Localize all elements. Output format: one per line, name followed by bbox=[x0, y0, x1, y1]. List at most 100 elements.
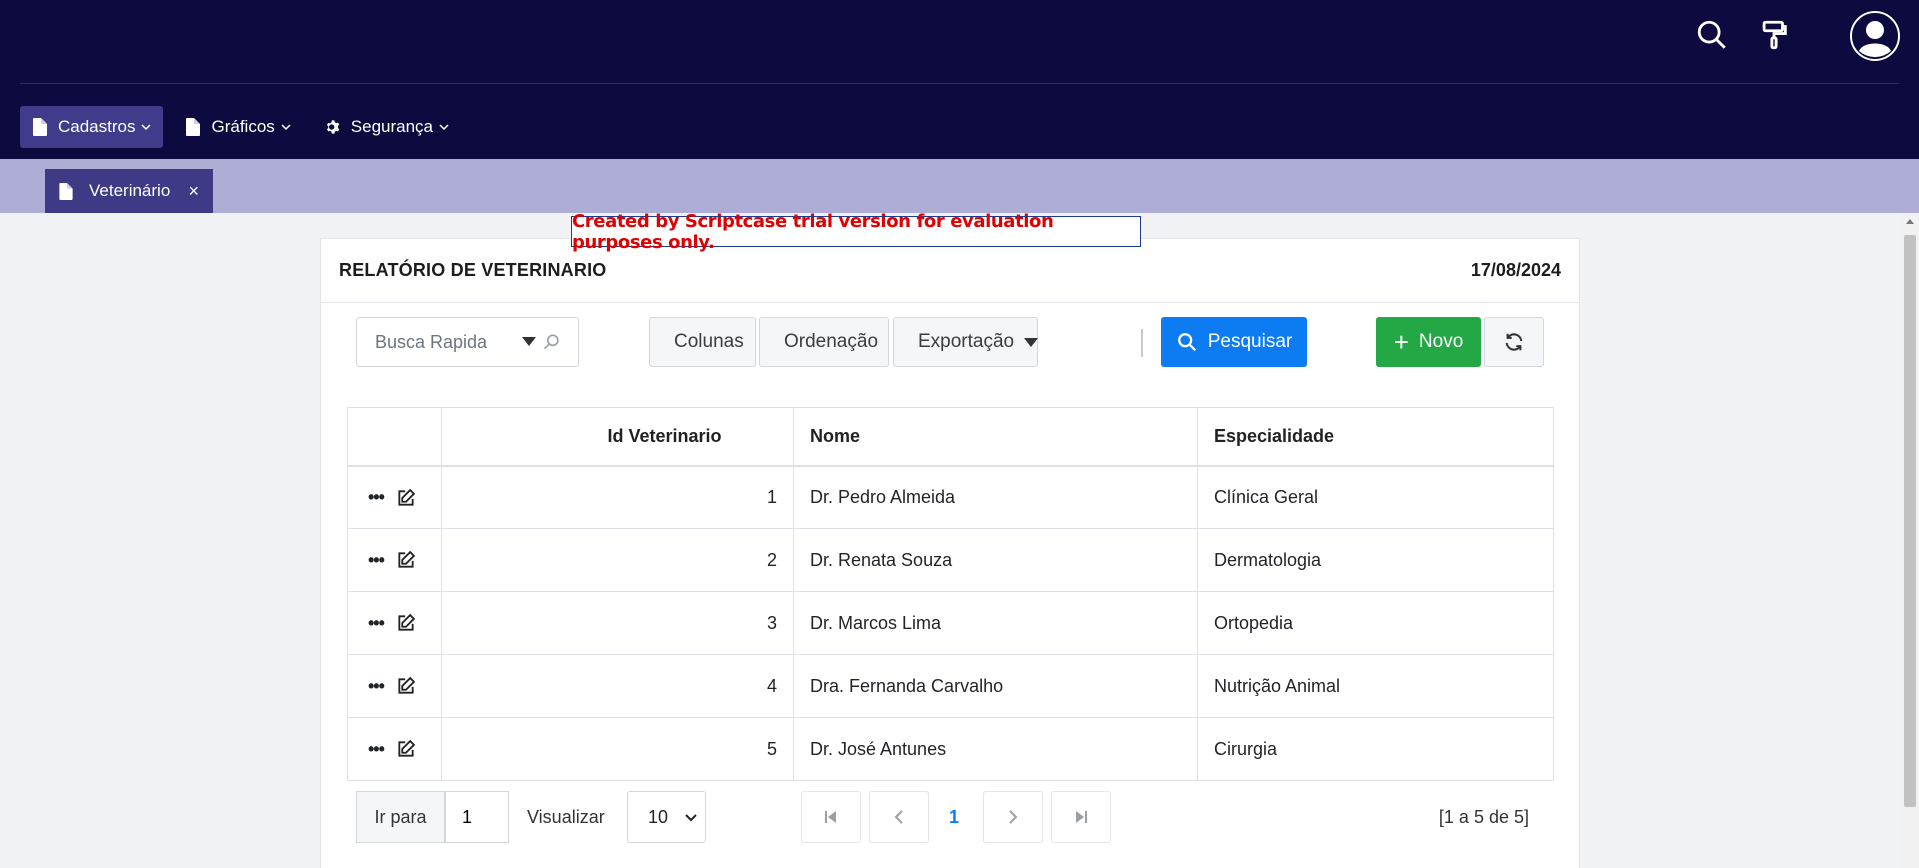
data-table: Id Veterinario Nome Especialidade ••• 1 … bbox=[347, 407, 1554, 781]
refresh-icon bbox=[1505, 333, 1523, 351]
column-header-especialidade[interactable]: Especialidade bbox=[1197, 407, 1554, 467]
paint-roller-icon[interactable] bbox=[1757, 18, 1791, 52]
menu-item-cadastros[interactable]: Cadastros bbox=[20, 106, 164, 148]
table-row: ••• 4 Dra. Fernanda Carvalho Nutrição An… bbox=[347, 654, 1554, 718]
last-page-icon bbox=[1076, 811, 1087, 823]
new-button[interactable]: + Novo bbox=[1376, 317, 1481, 367]
table-row: ••• 1 Dr. Pedro Almeida Clínica Geral bbox=[347, 465, 1554, 529]
more-options-icon[interactable]: ••• bbox=[368, 550, 385, 571]
vertical-scrollbar[interactable] bbox=[1901, 213, 1919, 868]
new-label: Novo bbox=[1418, 331, 1464, 352]
row-actions: ••• bbox=[347, 465, 442, 529]
previous-page-button[interactable] bbox=[869, 791, 929, 843]
cell-nome: Dr. Marcos Lima bbox=[793, 591, 1198, 655]
column-header-id[interactable]: Id Veterinario bbox=[441, 407, 794, 467]
more-options-icon[interactable]: ••• bbox=[368, 613, 385, 634]
toolbar-separator bbox=[1141, 329, 1143, 357]
close-icon[interactable]: × bbox=[188, 181, 199, 202]
first-page-button[interactable] bbox=[801, 791, 861, 843]
chevron-down-icon bbox=[439, 124, 449, 131]
edit-icon[interactable] bbox=[396, 488, 416, 508]
chevron-down-icon bbox=[685, 814, 697, 822]
cell-id: 5 bbox=[441, 717, 794, 781]
pagination-footer: Ir para Visualizar 10 1 [1 a 5 de 5] bbox=[321, 791, 1579, 851]
chevron-right-icon bbox=[1009, 810, 1018, 824]
quick-search-placeholder: Busca Rapida bbox=[375, 331, 488, 352]
tab-label: Veterinário bbox=[89, 181, 171, 200]
menu-item-label: Gráficos bbox=[211, 117, 275, 136]
cell-id: 4 bbox=[441, 654, 794, 718]
view-label: Visualizar bbox=[527, 806, 605, 827]
export-button[interactable]: Exportação bbox=[893, 317, 1039, 367]
row-actions: ••• bbox=[347, 591, 442, 655]
search-button[interactable]: Pesquisar bbox=[1161, 317, 1307, 367]
column-header-nome[interactable]: Nome bbox=[793, 407, 1198, 467]
row-actions: ••• bbox=[347, 717, 442, 781]
row-actions: ••• bbox=[347, 654, 442, 718]
quick-search-input[interactable]: Busca Rapida bbox=[356, 317, 579, 367]
top-header: Cadastros Gráficos Segurança bbox=[0, 0, 1919, 159]
columns-label: Colunas bbox=[674, 331, 744, 352]
plus-icon: + bbox=[1393, 327, 1409, 357]
user-avatar-icon[interactable] bbox=[1849, 10, 1901, 62]
table-header-row: Id Veterinario Nome Especialidade bbox=[347, 407, 1554, 467]
page-size-value: 10 bbox=[648, 806, 669, 827]
chevron-down-icon bbox=[281, 124, 291, 131]
search-icon[interactable] bbox=[542, 332, 562, 352]
table-row: ••• 3 Dr. Marcos Lima Ortopedia bbox=[347, 591, 1554, 655]
more-options-icon[interactable]: ••• bbox=[368, 676, 385, 697]
refresh-button[interactable] bbox=[1484, 317, 1544, 367]
caret-down-icon bbox=[1024, 337, 1039, 347]
search-label: Pesquisar bbox=[1207, 331, 1293, 352]
columns-button[interactable]: Colunas bbox=[649, 317, 756, 367]
cell-nome: Dr. Renata Souza bbox=[793, 528, 1198, 592]
more-options-icon[interactable]: ••• bbox=[368, 487, 385, 508]
cell-especialidade: Nutrição Animal bbox=[1197, 654, 1554, 718]
goto-page-input[interactable] bbox=[445, 791, 509, 843]
sort-label: Ordenação bbox=[784, 331, 879, 352]
edit-icon[interactable] bbox=[396, 550, 416, 570]
next-page-button[interactable] bbox=[983, 791, 1043, 843]
last-page-button[interactable] bbox=[1051, 791, 1111, 843]
cell-especialidade: Ortopedia bbox=[1197, 591, 1554, 655]
tab-veterinario[interactable]: Veterinário × bbox=[45, 169, 213, 213]
caret-down-icon[interactable] bbox=[522, 337, 536, 346]
cell-nome: Dra. Fernanda Carvalho bbox=[793, 654, 1198, 718]
cell-nome: Dr. José Antunes bbox=[793, 717, 1198, 781]
file-icon bbox=[33, 118, 47, 136]
file-icon bbox=[59, 182, 73, 200]
table-row: ••• 5 Dr. José Antunes Cirurgia bbox=[347, 717, 1554, 781]
scroll-up-arrow-icon[interactable] bbox=[1906, 219, 1914, 224]
chevron-left-icon bbox=[894, 810, 903, 824]
cell-id: 1 bbox=[441, 465, 794, 529]
record-range: [1 a 5 de 5] bbox=[1438, 806, 1529, 827]
cell-id: 2 bbox=[441, 528, 794, 592]
edit-icon[interactable] bbox=[396, 739, 416, 759]
first-page-icon bbox=[825, 811, 836, 823]
current-page[interactable]: 1 bbox=[939, 791, 969, 843]
menu-item-label: Cadastros bbox=[58, 117, 136, 136]
tabs-bar: Veterinário × bbox=[0, 159, 1919, 213]
page-size-select[interactable]: 10 bbox=[627, 791, 706, 843]
main-menu: Cadastros Gráficos Segurança bbox=[20, 106, 461, 148]
edit-icon[interactable] bbox=[396, 676, 416, 696]
cell-id: 3 bbox=[441, 591, 794, 655]
cell-especialidade: Clínica Geral bbox=[1197, 465, 1554, 529]
menu-item-label: Segurança bbox=[350, 117, 434, 136]
cell-especialidade: Cirurgia bbox=[1197, 717, 1554, 781]
report-card: RELATÓRIO DE VETERINARIO 17/08/2024 Busc… bbox=[320, 238, 1580, 868]
search-icon[interactable] bbox=[1695, 18, 1729, 52]
scrollbar-thumb[interactable] bbox=[1904, 235, 1916, 807]
gear-icon bbox=[326, 120, 340, 134]
trial-notice: Created by Scriptcase trial version for … bbox=[571, 211, 1141, 253]
cell-nome: Dr. Pedro Almeida bbox=[793, 465, 1198, 529]
sort-button[interactable]: AZ Ordenação bbox=[759, 317, 889, 367]
menu-item-graficos[interactable]: Gráficos bbox=[173, 106, 302, 148]
cell-especialidade: Dermatologia bbox=[1197, 528, 1554, 592]
row-actions: ••• bbox=[347, 528, 442, 592]
menu-item-seguranca[interactable]: Segurança bbox=[313, 106, 461, 148]
toolbar: Busca Rapida Colunas AZ Ordenação Export… bbox=[321, 317, 1579, 369]
page-title: RELATÓRIO DE VETERINARIO bbox=[339, 260, 607, 280]
more-options-icon[interactable]: ••• bbox=[368, 739, 385, 760]
edit-icon[interactable] bbox=[396, 613, 416, 633]
